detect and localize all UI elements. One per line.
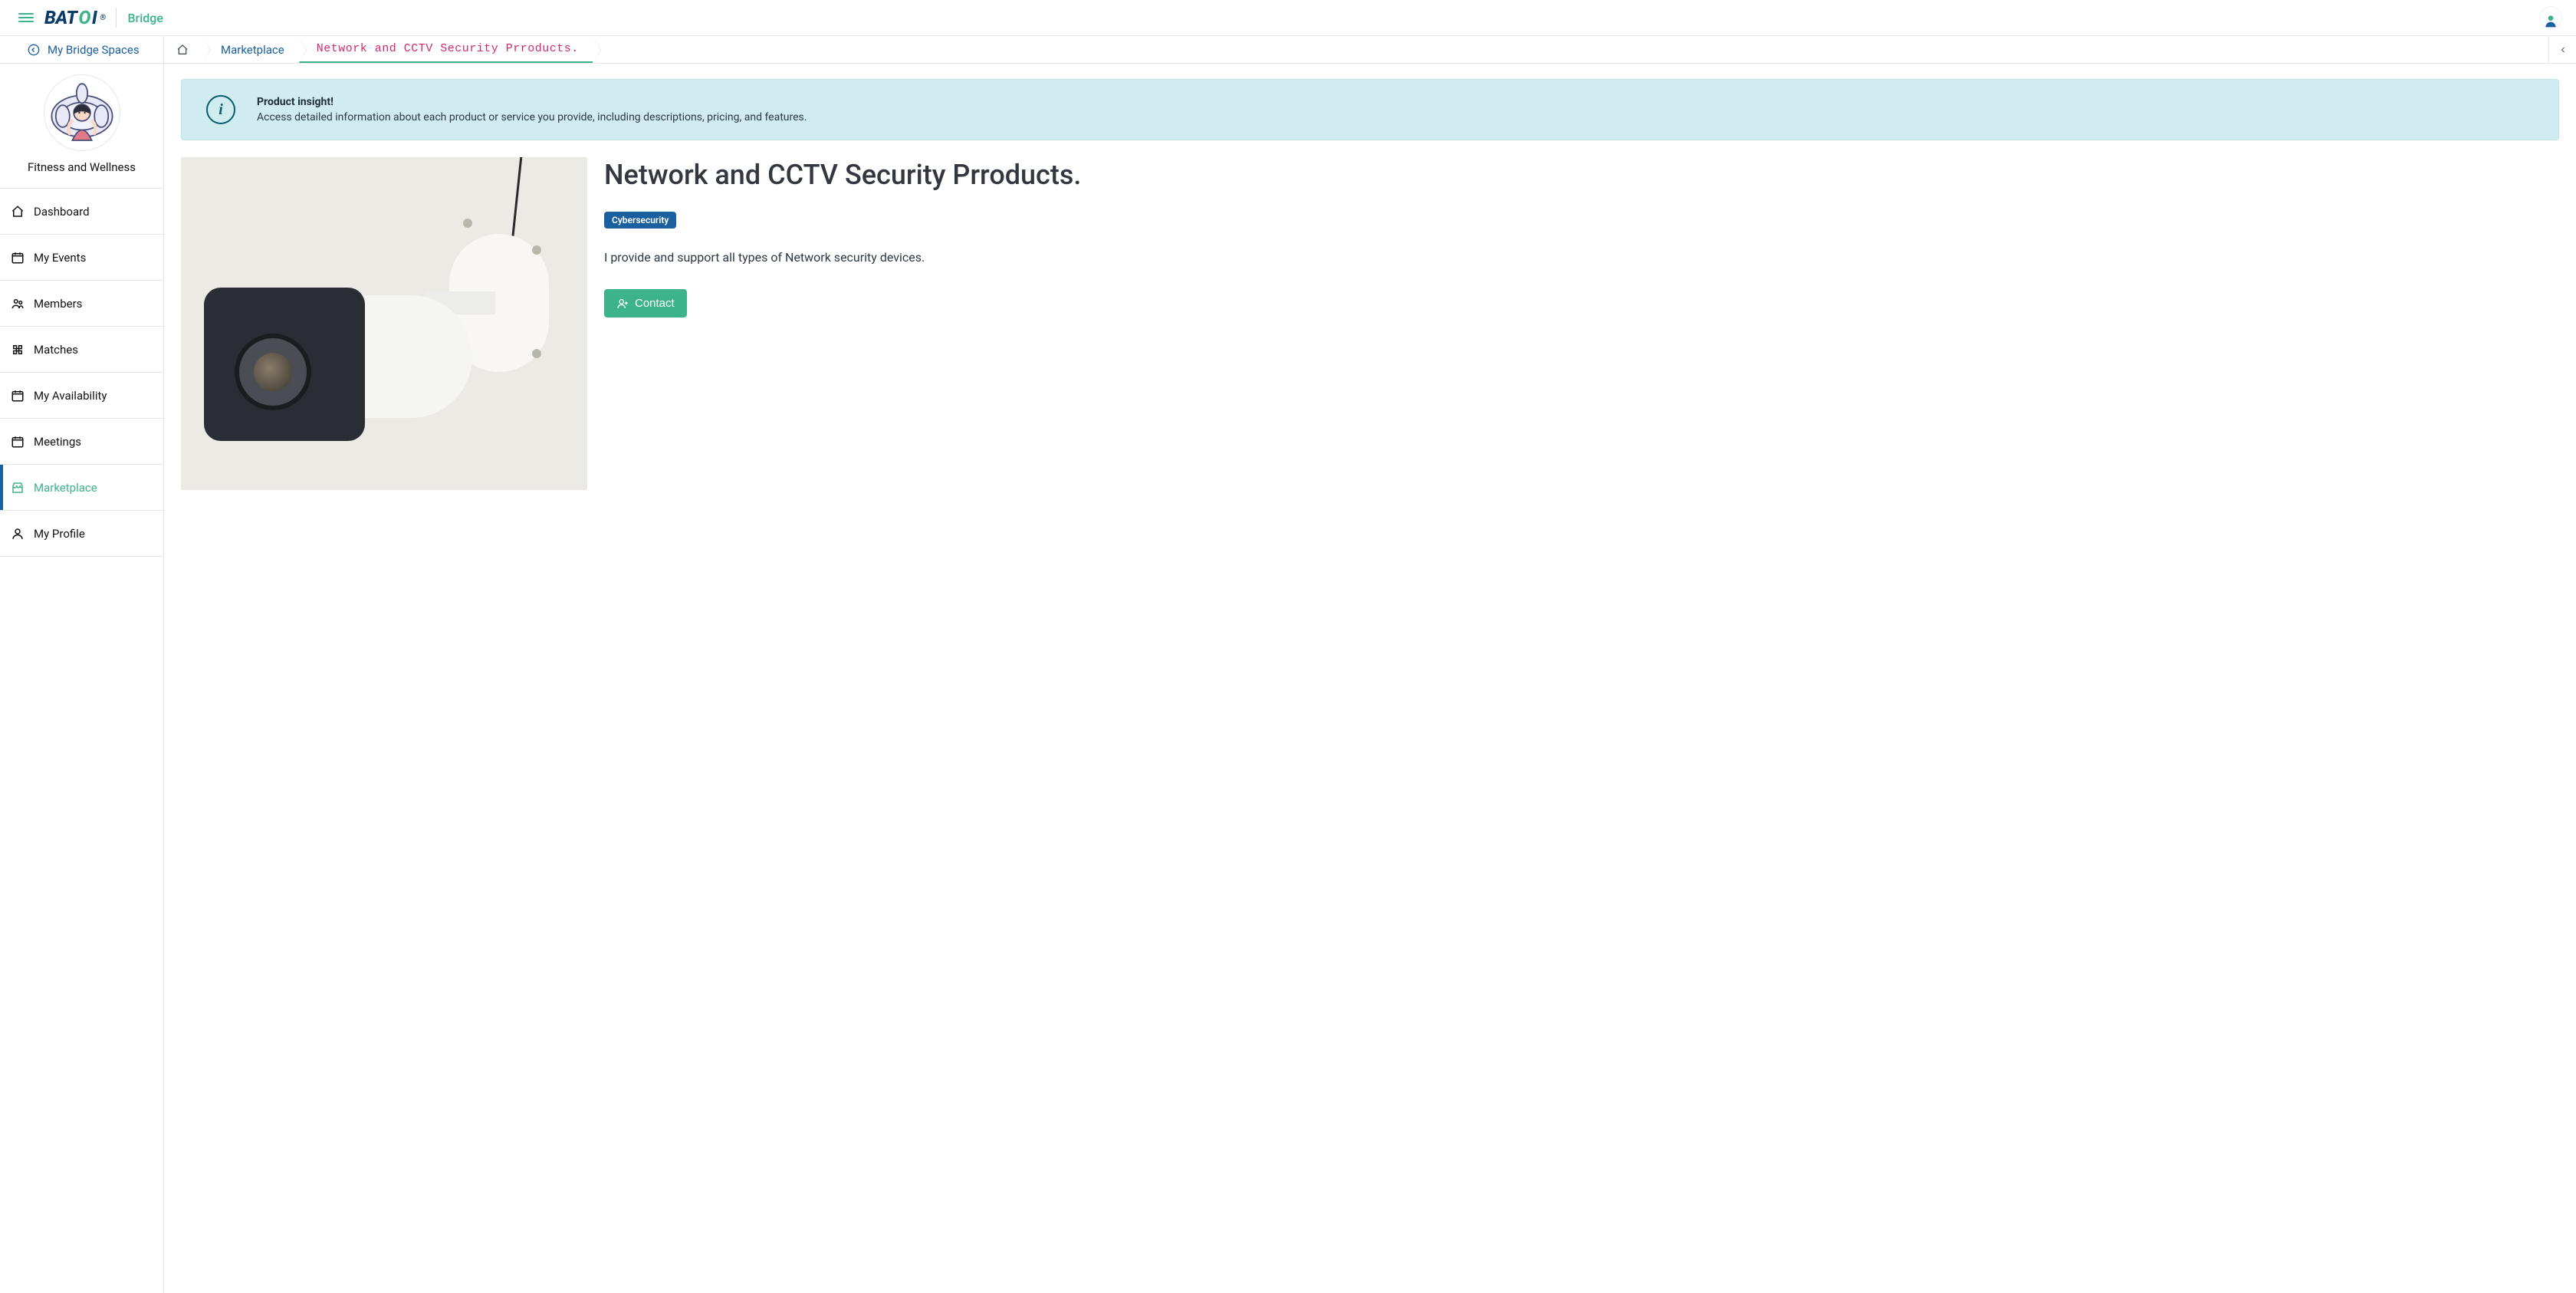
sidebar-item-label: Matches [34,343,78,357]
calendar-icon [11,251,25,265]
contact-button[interactable]: Contact [604,289,687,317]
contact-button-label: Contact [635,297,675,310]
info-icon: i [206,95,235,124]
info-banner-title: Product insight! [257,96,807,108]
product-description: I provide and support all types of Netwo… [604,250,2559,265]
breadcrumb-current: Network and CCTV Security Prroducts. [298,36,593,63]
sidebar-item-my-events[interactable]: My Events [0,235,163,281]
space-header: Fitness and Wellness [0,64,163,189]
space-avatar [44,74,120,151]
sidebar-nav: Dashboard My Events Members Matches My A… [0,189,163,557]
store-icon [11,481,25,495]
crumb-label: Network and CCTV Security Prroducts. [317,42,579,55]
breadcrumb-home[interactable] [164,36,202,63]
breadcrumb-collapse-button[interactable] [2548,36,2576,63]
calendar-icon [11,435,25,449]
top-bar: BATOI® Bridge [0,0,2576,36]
sidebar-item-my-availability[interactable]: My Availability [0,373,163,419]
user-avatar[interactable] [2539,6,2562,29]
brand-logo[interactable]: BATOI® [44,7,105,28]
body: Fitness and Wellness Dashboard My Events… [0,64,2576,1293]
sidebar-item-meetings[interactable]: Meetings [0,419,163,465]
home-icon [176,44,189,56]
my-bridge-spaces-label: My Bridge Spaces [48,43,140,57]
main-content: i Product insight! Access detailed infor… [164,64,2576,1293]
sidebar-item-label: Dashboard [34,205,90,219]
space-name: Fitness and Wellness [28,160,136,174]
product-detail: Network and CCTV Security Prroducts. Cyb… [181,157,2559,490]
my-bridge-spaces-link[interactable]: My Bridge Spaces [0,36,164,63]
user-icon [11,527,25,541]
info-banner-description: Access detailed information about each p… [257,111,807,123]
sidebar-item-marketplace[interactable]: Marketplace [0,465,163,511]
sidebar-item-label: Marketplace [34,481,97,495]
calendar-check-icon [11,389,25,403]
breadcrumb-bar: My Bridge Spaces Marketplace Network and… [0,36,2576,64]
crumb-label: Marketplace [221,43,284,57]
product-tag[interactable]: Cybersecurity [604,212,676,229]
info-banner: i Product insight! Access detailed infor… [181,79,2559,140]
back-arrow-icon [28,44,40,56]
divider [116,8,117,28]
menu-icon[interactable] [18,10,34,25]
chevron-left-icon [2558,45,2568,54]
brand-subtitle[interactable]: Bridge [127,11,163,25]
product-title: Network and CCTV Security Prroducts. [604,159,2559,192]
breadcrumb-marketplace[interactable]: Marketplace [202,36,298,63]
users-icon [11,297,25,311]
sidebar: Fitness and Wellness Dashboard My Events… [0,64,164,1293]
sidebar-item-label: My Availability [34,389,107,403]
user-plus-icon [616,298,629,310]
sidebar-item-label: Meetings [34,435,81,449]
sidebar-item-label: Members [34,297,82,311]
sidebar-item-matches[interactable]: Matches [0,327,163,373]
sidebar-item-label: My Profile [34,527,85,541]
home-icon [11,205,25,219]
breadcrumb: Marketplace Network and CCTV Security Pr… [164,36,2548,63]
sidebar-item-members[interactable]: Members [0,281,163,327]
puzzle-icon [11,343,25,357]
product-image [181,157,587,490]
sidebar-item-label: My Events [34,251,86,265]
product-info: Network and CCTV Security Prroducts. Cyb… [604,157,2559,317]
sidebar-item-dashboard[interactable]: Dashboard [0,189,163,235]
sidebar-item-my-profile[interactable]: My Profile [0,511,163,557]
